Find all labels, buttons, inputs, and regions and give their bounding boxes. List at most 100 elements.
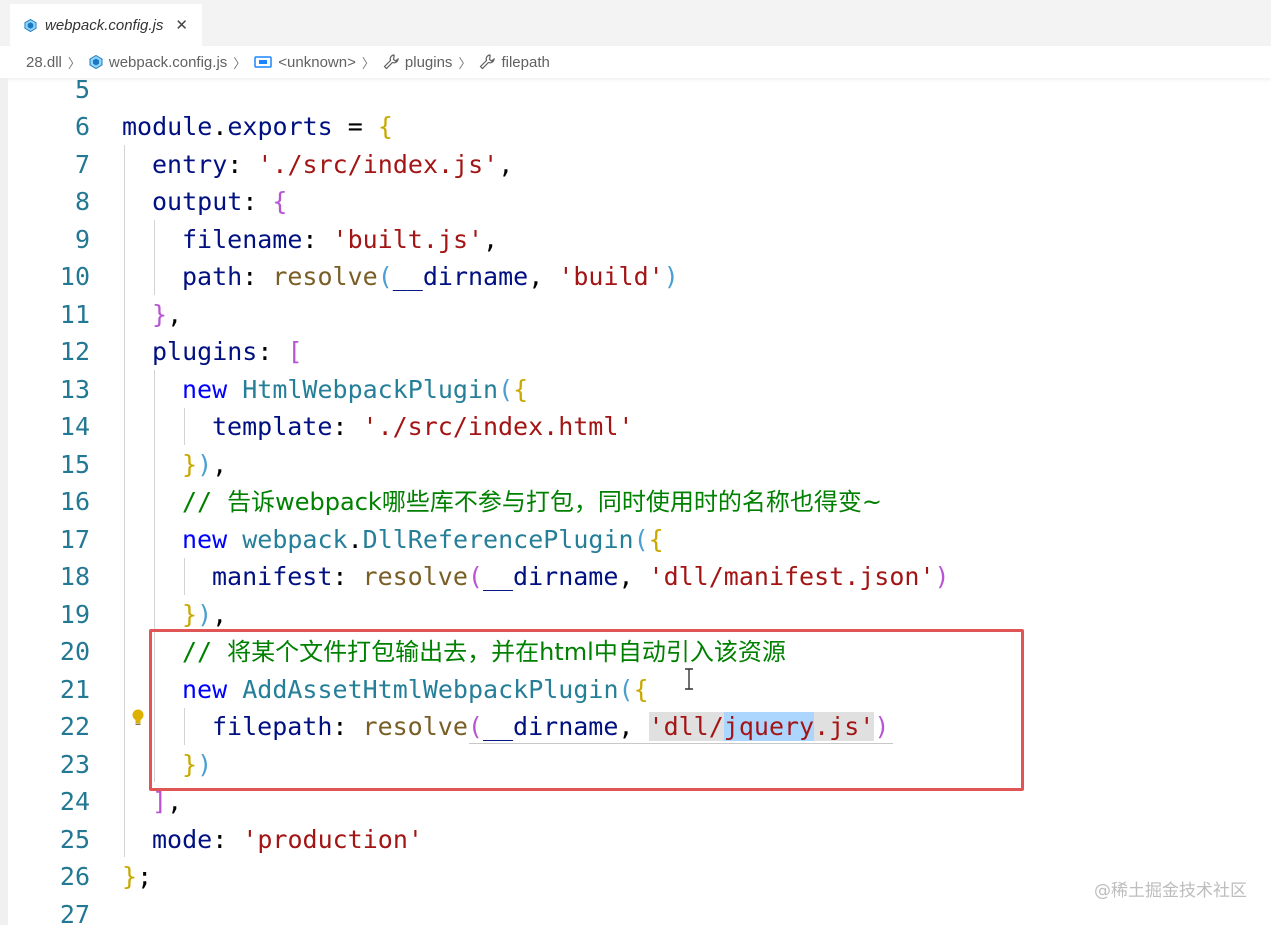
code-line: 18 manifest: resolve(__dirname, 'dll/man…	[0, 558, 1271, 596]
code-text: mode: 'production'	[152, 821, 423, 859]
token: {	[513, 375, 529, 404]
token: './src/index.html'	[362, 412, 634, 441]
breadcrumb-label: plugins	[404, 53, 453, 71]
chevron-right-icon: 〉	[233, 55, 247, 71]
token: )	[934, 562, 950, 591]
watermark: @稀土掘金技术社区	[1094, 881, 1247, 901]
line-number: 23	[59, 750, 90, 779]
code-line: 9 filename: 'built.js',	[0, 221, 1271, 259]
token: }	[182, 600, 198, 629]
code-line: 13 new HtmlWebpackPlugin({	[0, 371, 1271, 409]
token: //	[182, 487, 228, 516]
breadcrumb-item-folder[interactable]: 28.dll	[26, 54, 62, 71]
line-number: 17	[59, 525, 90, 554]
lightbulb-icon[interactable]	[130, 708, 146, 728]
code-text: plugins: [	[152, 333, 303, 371]
code-editor[interactable]: 5 6 module.exports = { 7 entry: './src/i…	[0, 75, 1271, 929]
token: ,	[167, 787, 183, 816]
line-number: 18	[59, 562, 90, 591]
wrench-icon	[480, 54, 496, 70]
token: }	[182, 450, 198, 479]
code-text: path: resolve(__dirname, 'build')	[182, 258, 679, 296]
code-line: 11 },	[0, 296, 1271, 334]
token: DllReferencePlugin	[362, 525, 634, 554]
line-number: 9	[74, 225, 90, 254]
line-number: 26	[59, 862, 90, 891]
webpack-icon	[89, 55, 103, 69]
breadcrumb-item-file[interactable]: webpack.config.js	[89, 54, 227, 71]
tab-label: webpack.config.js	[45, 16, 164, 34]
code-text: filename: 'built.js',	[182, 221, 498, 259]
token: manifest	[212, 562, 333, 591]
token: 'dll/manifest.json'	[648, 562, 935, 591]
token: 'build'	[558, 262, 664, 291]
breadcrumb-item-unknown[interactable]: <unknown>	[254, 54, 356, 71]
line-number: 16	[59, 487, 90, 516]
text-cursor-icon	[685, 668, 693, 690]
code-line: 15 }),	[0, 446, 1271, 484]
token: output	[152, 187, 243, 216]
line-number: 12	[59, 337, 90, 366]
token: :	[242, 187, 273, 216]
token: :	[332, 562, 363, 591]
token: )	[663, 262, 679, 291]
token: :	[302, 225, 333, 254]
breadcrumb-item-plugins[interactable]: plugins	[383, 53, 453, 71]
token: 告诉webpack哪些库不参与打包，同时使用时的名称也得变~	[227, 488, 882, 516]
token: ;	[137, 862, 153, 891]
token: :	[242, 262, 273, 291]
line-number: 11	[59, 300, 90, 329]
token: :	[332, 412, 363, 441]
tab-webpack-config[interactable]: webpack.config.js ✕	[10, 4, 202, 46]
line-number: 10	[59, 262, 90, 291]
token: entry	[152, 150, 228, 179]
token: (	[377, 262, 393, 291]
line-number: 22	[59, 712, 90, 741]
token: )	[197, 600, 213, 629]
token: resolve	[362, 562, 468, 591]
token: new	[182, 375, 243, 404]
line-number: 7	[74, 150, 90, 179]
token: template	[212, 412, 333, 441]
token: {	[648, 525, 664, 554]
token: new	[182, 525, 243, 554]
code-line: 17 new webpack.DllReferencePlugin({	[0, 521, 1271, 559]
token: .	[212, 112, 228, 141]
token: './src/index.js'	[257, 150, 499, 179]
code-text: manifest: resolve(__dirname, 'dll/manife…	[212, 558, 950, 596]
token: __dirname	[392, 262, 529, 291]
token: (	[633, 525, 649, 554]
code-line: 19 }),	[0, 596, 1271, 634]
code-text: }),	[182, 446, 227, 484]
line-number: 20	[59, 637, 90, 666]
line-number: 8	[74, 187, 90, 216]
line-number: 27	[59, 900, 90, 929]
token: :	[227, 150, 258, 179]
token: webpack	[242, 525, 348, 554]
breadcrumb-label: 28.dll	[26, 53, 62, 71]
line-number: 24	[59, 787, 90, 816]
line-number: 25	[59, 825, 90, 854]
code-text: };	[122, 858, 152, 896]
wrench-icon	[383, 54, 399, 70]
token: ]	[152, 787, 168, 816]
code-line: 27	[0, 896, 1271, 934]
chevron-right-icon: 〉	[458, 55, 472, 71]
token: ,	[498, 150, 514, 179]
line-number: 6	[74, 112, 90, 141]
token: =	[332, 112, 378, 141]
close-icon[interactable]: ✕	[175, 16, 188, 34]
token: module	[122, 112, 213, 141]
code-line: 12 plugins: [	[0, 333, 1271, 371]
variable-icon	[254, 56, 273, 68]
code-line: 8 output: {	[0, 183, 1271, 221]
code-text: new webpack.DllReferencePlugin({	[182, 521, 664, 559]
token: ,	[212, 450, 228, 479]
token: {	[377, 112, 393, 141]
token: ,	[167, 300, 183, 329]
breadcrumb-item-filepath[interactable]: filepath	[479, 53, 550, 71]
chevron-right-icon: 〉	[67, 55, 81, 71]
breadcrumb-label: filepath	[501, 53, 550, 71]
code-line: 25 mode: 'production'	[0, 821, 1271, 859]
code-text: template: './src/index.html'	[212, 408, 633, 446]
